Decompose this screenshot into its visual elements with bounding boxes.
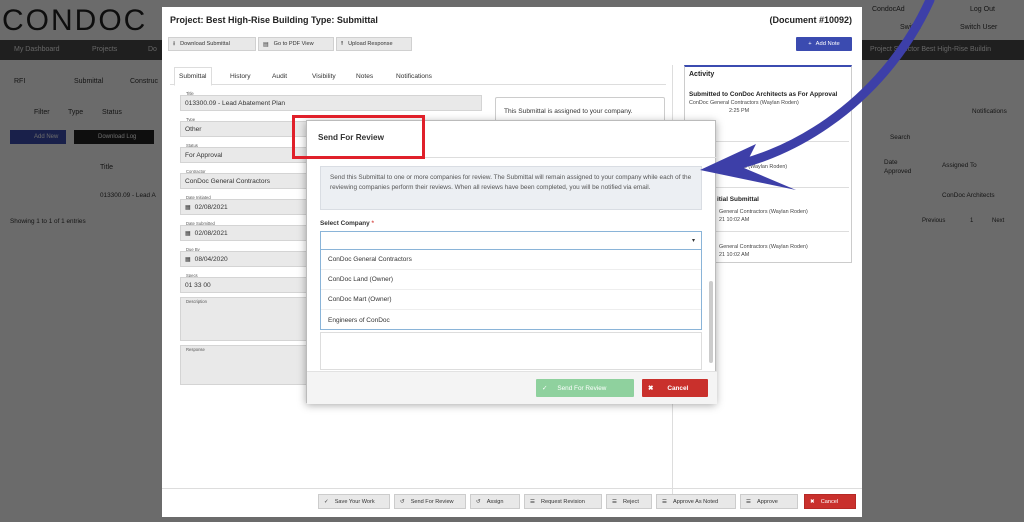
send-for-review-modal: Send For Review Send this Submittal to o… (306, 120, 717, 404)
logout-link[interactable]: Log Out (970, 6, 995, 13)
approve-as-noted-button[interactable]: ☰ Approve As Noted (656, 494, 736, 509)
nav-my-dashboard[interactable]: My Dashboard (14, 46, 60, 53)
tab-submittal[interactable]: Submittal (174, 67, 212, 86)
list-icon: ☰ (662, 498, 668, 505)
undo-icon: ↺ (400, 498, 405, 505)
company-option[interactable]: ConDoc Mart (Owner) (321, 290, 701, 310)
tab-notifications[interactable]: Notifications (392, 67, 436, 85)
save-your-work-button[interactable]: ✓ Save Your Work (318, 494, 390, 509)
assign-button[interactable]: ↺ Assign (470, 494, 520, 509)
modal-info-text: Send this Submittal to one or more compa… (320, 166, 702, 210)
table-row[interactable]: 013300.09 - Lead A (100, 192, 156, 199)
activity-heading: Activity (689, 71, 715, 78)
select-company-label: Select Company * (320, 220, 375, 227)
download-log-button[interactable]: Download Log (74, 130, 154, 144)
close-icon: ✖ (648, 385, 654, 392)
background-tabs: RFI Submittal Construc (0, 70, 160, 94)
description-label: Description (186, 299, 207, 304)
status-filter[interactable]: Status (102, 109, 122, 116)
calendar-icon: ▦ (185, 204, 191, 211)
required-marker: * (371, 220, 375, 227)
switch-link[interactable]: Switch (900, 24, 921, 31)
cancel-button[interactable]: ✖ Cancel (804, 494, 856, 509)
file-icon: ▤ (263, 41, 269, 48)
filter-button[interactable]: Filter (34, 109, 50, 116)
request-revision-button[interactable]: ☰ Request Revision (524, 494, 602, 509)
calendar-icon: ▦ (185, 256, 191, 263)
company-option[interactable]: ConDoc General Contractors (321, 250, 701, 270)
window-title: Project: Best High-Rise Building Type: S… (170, 15, 378, 25)
list-icon: ☰ (746, 498, 752, 505)
company-option[interactable]: ConDoc Land (Owner) (321, 270, 701, 290)
check-icon: ✓ (324, 498, 329, 505)
chevron-down-icon: ▾ (691, 238, 695, 244)
upload-response-button[interactable]: ⭱ Upload Response (336, 37, 412, 51)
tab-construction[interactable]: Construc (130, 78, 158, 85)
table-title-header: Title (100, 164, 113, 171)
tab-visibility[interactable]: Visibility (308, 67, 340, 85)
notifications-button[interactable]: Notifications (972, 108, 1007, 115)
undo-icon: ↺ (476, 498, 481, 505)
reject-button[interactable]: ☰ Reject (606, 494, 652, 509)
add-note-button[interactable]: + Add Note (796, 37, 852, 51)
response-label: Response (186, 347, 205, 352)
tab-submittal[interactable]: Submittal (74, 78, 103, 85)
condoc-logo: CONDOC (2, 4, 148, 37)
submittal-tabs: Submittal History Audit Visibility Notes… (170, 67, 666, 86)
add-new-button[interactable]: Add New (10, 130, 66, 144)
company-option[interactable]: Engineers of ConDoc (321, 310, 701, 330)
col-date-approved: Date Approved (884, 159, 912, 175)
modal-cancel-button[interactable]: ✖ Cancel (642, 379, 708, 397)
send-for-review-submit-button[interactable]: ✓ Send For Review (536, 379, 634, 397)
list-icon: ☰ (612, 498, 618, 505)
tab-history[interactable]: History (226, 67, 255, 85)
modal-scrollbar[interactable] (709, 281, 713, 363)
approve-button[interactable]: ☰ Approve (740, 494, 798, 509)
action-bar: ✓ Save Your Work ↺ Send For Review ↺ Assign… (162, 488, 862, 517)
company-dropdown-list: ConDoc General Contractors ConDoc Land (… (320, 250, 702, 330)
nav-projects[interactable]: Projects (92, 46, 117, 53)
upload-icon: ⭱ (341, 41, 344, 47)
modal-footer: ✓ Send For Review ✖ Cancel (307, 371, 717, 404)
col-assigned-to: Assigned To (942, 162, 977, 169)
tab-rfi[interactable]: RFI (14, 78, 25, 85)
list-icon: ☰ (530, 498, 536, 505)
activity-item: Submitted to ConDoc Architects as For Ap… (689, 91, 838, 114)
background-toolbar: Filter Type Status (0, 100, 160, 126)
check-icon: ✓ (542, 385, 548, 392)
entries-count: Showing 1 to 1 of 1 entries (10, 218, 86, 225)
close-icon: ✖ (810, 498, 815, 505)
switch-user-link[interactable]: Switch User (960, 24, 997, 31)
download-icon: ⭳ (173, 41, 176, 47)
pager-next[interactable]: Next (992, 218, 1004, 224)
document-number: (Document #10092) (769, 15, 852, 25)
pager-page[interactable]: 1 (970, 218, 973, 224)
type-filter[interactable]: Type (68, 109, 83, 116)
assigned-value: ConDoc Architects (942, 192, 995, 199)
search-input[interactable]: Search (890, 134, 910, 141)
title-field[interactable]: 013300.09 - Lead Abatement Plan (180, 95, 482, 111)
tab-audit[interactable]: Audit (268, 67, 291, 85)
pager-previous[interactable]: Previous (922, 218, 945, 224)
calendar-icon: ▦ (185, 230, 191, 237)
user-menu[interactable]: CondocAd (872, 6, 905, 13)
tab-notes[interactable]: Notes (352, 67, 377, 85)
project-selector[interactable]: Project Selector Best High-Rise Buildin (870, 46, 991, 53)
send-for-review-button[interactable]: ↺ Send For Review (394, 494, 466, 509)
company-select[interactable]: ▾ (320, 231, 702, 250)
download-submittal-button[interactable]: ⭳ Download Submittal (168, 37, 256, 51)
highlight-annotation (292, 115, 425, 159)
pdf-view-button[interactable]: ▤ Go to PDF View (258, 37, 334, 51)
plus-icon: + (808, 41, 812, 47)
review-notes-textarea[interactable] (320, 332, 702, 370)
nav-documents[interactable]: Do (148, 46, 157, 53)
